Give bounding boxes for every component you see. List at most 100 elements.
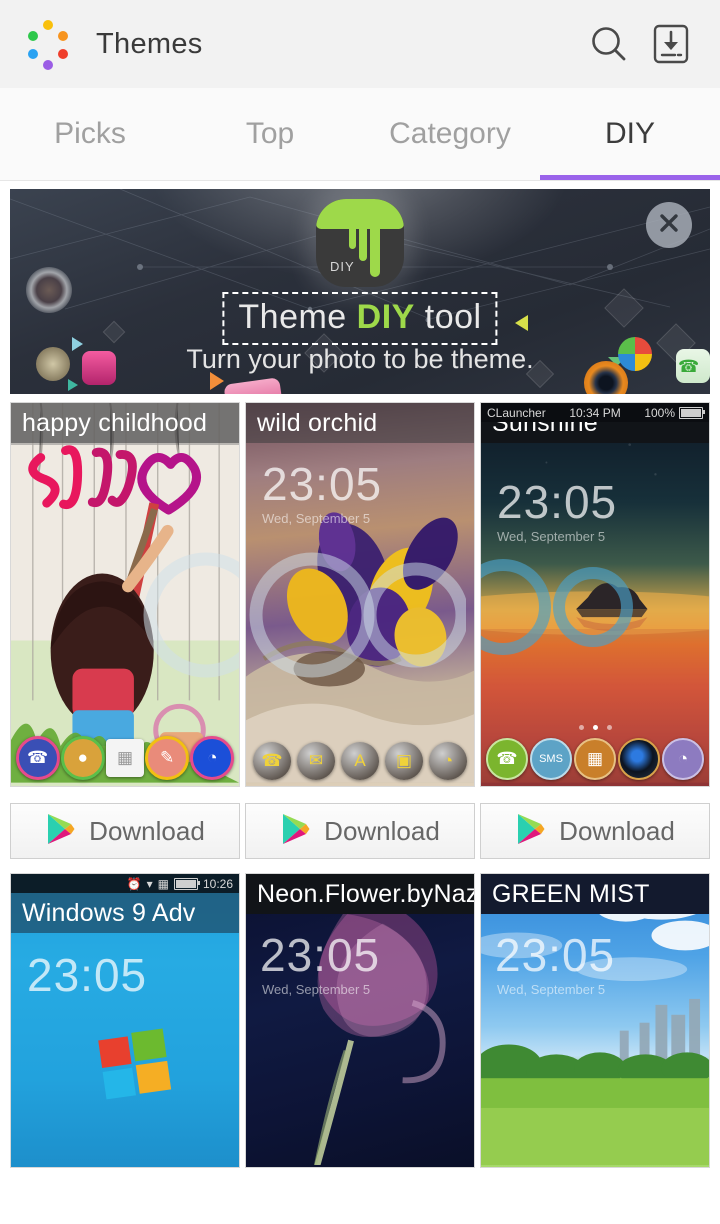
download-button[interactable]: Download (245, 803, 475, 859)
tab-picks[interactable]: Picks (0, 88, 180, 180)
thumb-art-detail (313, 895, 446, 1166)
phone-icon: ☎ (253, 742, 291, 780)
my-downloads-icon (651, 23, 691, 65)
lockscreen-date: Wed, September 5 (497, 529, 606, 544)
themes-dots-logo (22, 18, 74, 70)
play-store-icon (280, 813, 310, 850)
download-label: Download (324, 815, 440, 846)
paint-drip-shape (316, 199, 404, 229)
sms-icon: SMS (530, 738, 572, 780)
app-header: Themes (0, 0, 720, 88)
diy-badge-label: DIY (330, 259, 355, 274)
alarm-icon: ⏰ (126, 876, 142, 891)
search-button[interactable] (578, 13, 640, 75)
decor-app-icon (618, 337, 652, 371)
theme-grid-row-2: ⏰ ▾ ▦ 10:26 23:05 Windows 9 Adv 23:05 We… (0, 873, 720, 1168)
theme-thumbnail: CLauncher 10:34 PM 100% 23:05 Wed, Septe… (481, 403, 709, 786)
theme-thumbnail: 23:05 Wed, September 5 (246, 403, 474, 786)
close-icon (657, 211, 681, 240)
content-scroll-area[interactable]: ☎ DIY Theme DIY tool Turn your photo to … (0, 181, 720, 1168)
browser-icon: ◔ (190, 736, 235, 780)
messages-icon: ✎ (145, 736, 190, 780)
lockscreen-date: Wed, September 5 (262, 511, 371, 526)
diy-promo-banner[interactable]: ☎ DIY Theme DIY tool Turn your photo to … (10, 189, 710, 394)
banner-title-part2: tool (414, 298, 482, 336)
theme-statusbar: CLauncher 10:34 PM 100% (481, 403, 709, 422)
logo-dot-red (58, 49, 68, 59)
phone-icon: ☎ (486, 738, 528, 780)
tab-diy[interactable]: DIY (540, 88, 720, 180)
page-dot-active (592, 725, 598, 730)
appstore-icon: A (341, 742, 379, 780)
decor-app-icon (36, 347, 70, 381)
theme-dock: ☎ ✉ A ▣ ◔ (246, 742, 474, 780)
thumb-art-detail (481, 875, 709, 1166)
logo-dot-purple (43, 60, 53, 70)
tab-category[interactable]: Category (360, 88, 540, 180)
download-label: Download (89, 815, 205, 846)
page-dot (606, 725, 612, 730)
theme-thumbnail: 23:05 Wed, September 5 (246, 874, 474, 1167)
browser-icon: ◔ (429, 742, 467, 780)
contacts-icon: ● (60, 736, 105, 780)
app-drawer-icon: ▦ (574, 738, 616, 780)
banner-subtitle: Turn your photo to be theme. (186, 344, 534, 374)
theme-card[interactable]: 23:05 Wed, September 5 Neon.Flower.byNaz (245, 873, 475, 1168)
lockscreen-clock: 23:05 (27, 949, 148, 1001)
wifi-icon: ▾ (146, 876, 153, 891)
thumb-art-detail (11, 403, 239, 783)
paint-drip-shape (349, 227, 356, 249)
banner-title-part1: Theme (238, 298, 357, 336)
statusbar-carrier: CLauncher (487, 405, 546, 420)
theme-card[interactable]: happy childhood ☎ ● ▦ ✎ ◔ (10, 402, 240, 787)
tab-label: Top (245, 117, 295, 150)
paint-drip-shape (370, 227, 380, 277)
signal-icon: ▦ (157, 876, 169, 891)
camera-icon (618, 738, 660, 780)
app-drawer-icon: ▦ (105, 739, 144, 777)
decor-phone-glyph: ☎ (678, 357, 700, 376)
lockscreen-clock: 23:05 (262, 458, 383, 510)
lockscreen-clock: 23:05 (260, 929, 381, 981)
calendar-icon: ▣ (385, 742, 423, 780)
theme-statusbar: ⏰ ▾ ▦ 10:26 (11, 874, 239, 893)
theme-card[interactable]: CLauncher 10:34 PM 100% 23:05 Wed, Septe… (480, 402, 710, 787)
browser-icon: ◔ (662, 738, 704, 780)
battery-icon (679, 406, 706, 419)
my-downloads-button[interactable] (640, 13, 702, 75)
decor-triangle (515, 315, 528, 331)
banner-title-highlight: DIY (356, 298, 415, 336)
banner-close-button[interactable] (646, 202, 692, 248)
theme-thumbnail: 23:05 Wed, September 5 (481, 874, 709, 1167)
theme-title: GREEN MIST (481, 874, 709, 914)
logo-dot-orange (58, 31, 68, 41)
theme-card[interactable]: 23:05 Wed, September 5 wild orchid ☎ ✉ A… (245, 402, 475, 787)
logo-dot-green (28, 31, 38, 41)
play-store-icon (45, 813, 75, 850)
statusbar-time: 10:34 PM (569, 405, 621, 420)
theme-card[interactable]: ⏰ ▾ ▦ 10:26 23:05 Windows 9 Adv (10, 873, 240, 1168)
paint-drip-shape (359, 227, 367, 261)
tab-top[interactable]: Top (180, 88, 360, 180)
download-button[interactable]: Download (10, 803, 240, 859)
theme-title: Neon.Flower.byNaz (246, 874, 474, 914)
theme-title: wild orchid (246, 403, 474, 443)
page-indicator (481, 725, 709, 730)
tab-label: Picks (54, 117, 126, 150)
play-store-icon (515, 813, 545, 850)
tab-label: DIY (604, 117, 655, 150)
page-title: Themes (96, 27, 203, 60)
tab-bar: Picks Top Category DIY (0, 88, 720, 181)
mail-icon: ✉ (297, 742, 335, 780)
theme-card[interactable]: 23:05 Wed, September 5 GREEN MIST (480, 873, 710, 1168)
logo-dot-blue (28, 49, 38, 59)
lockscreen-date: Wed, September 5 (497, 982, 606, 997)
theme-thumbnail (11, 403, 239, 786)
decor-triangle (68, 379, 78, 391)
banner-title: Theme DIY tool (238, 298, 481, 337)
theme-grid-row-1: happy childhood ☎ ● ▦ ✎ ◔ 23:05 Wed, Sep… (0, 402, 720, 787)
decor-app-icon (82, 351, 116, 385)
download-button[interactable]: Download (480, 803, 710, 859)
lockscreen-clock: 23:05 (497, 476, 618, 528)
battery-icon (173, 877, 200, 890)
